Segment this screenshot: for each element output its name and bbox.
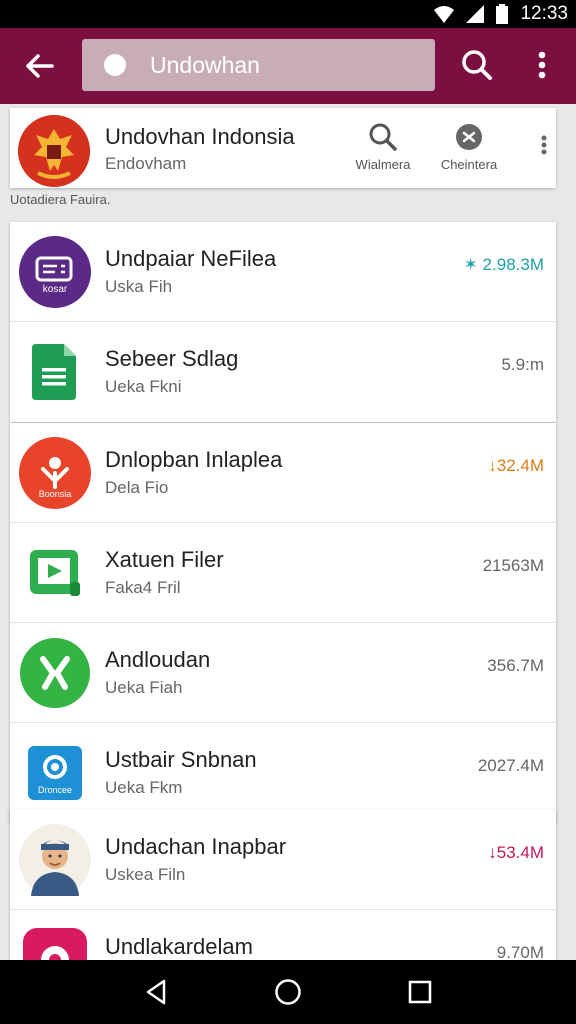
- signal-icon: [466, 5, 485, 23]
- section-label: Uotadiera Fauira.: [10, 192, 111, 207]
- status-bar: 12:33: [0, 0, 576, 28]
- list-item[interactable]: Droncee Ustbair Snbnan Ueka Fkm 2027.4M: [10, 723, 556, 823]
- nav-home-button[interactable]: [258, 962, 318, 1022]
- list-item[interactable]: Undachan Inapbar Uskea Filn ↓53.4M: [10, 810, 556, 910]
- more-vert-icon: [541, 135, 547, 155]
- arrow-back-icon: [26, 54, 54, 78]
- app-name: Ustbair Snbnan: [105, 747, 257, 772]
- app-name: Andloudan: [105, 647, 211, 672]
- search-text: Undowhan: [150, 51, 260, 78]
- app-size: ↓32.4M: [488, 456, 544, 475]
- header-overflow-button[interactable]: [534, 130, 554, 160]
- app-icon: [19, 924, 91, 960]
- search-button[interactable]: [454, 42, 500, 88]
- app-icon-label: kosar: [43, 284, 68, 295]
- app-name: Xatuen Filer: [105, 547, 224, 572]
- app-icon: [19, 336, 91, 408]
- app-list-card: kosar Undpaiar NeFilea Uska Fih ✶ 2.98.3…: [10, 222, 556, 422]
- app-name: Dnlopban Inlaplea: [105, 447, 283, 472]
- app-list-card: Boonsia Dnlopban Inlaplea Dela Fio ↓32.4…: [10, 423, 556, 823]
- app-name: Undpaiar NeFilea: [105, 246, 277, 271]
- search-icon: [462, 50, 492, 80]
- triangle-back-icon: [146, 979, 166, 1005]
- app-icon: Droncee: [19, 737, 91, 809]
- developer-subtitle: Endovham: [105, 154, 187, 173]
- developer-header-card[interactable]: Undovhan Indonsia Endovham Wialmera Chei…: [10, 108, 556, 188]
- app-size: 5.9:m: [501, 355, 544, 374]
- app-size: 2027.4M: [477, 756, 544, 775]
- header-action-label: Cheintera: [440, 157, 498, 172]
- list-item[interactable]: Andloudan Ueka Fiah 356.7M: [10, 623, 556, 723]
- emblem-logo: [18, 115, 90, 187]
- list-item[interactable]: Sebeer Sdlag Ueka Fkni 5.9:m: [10, 322, 556, 422]
- app-size: 9.70M: [496, 943, 544, 960]
- app-subtitle: Ueka Fkm: [105, 778, 183, 797]
- list-item[interactable]: Boonsia Dnlopban Inlaplea Dela Fio ↓32.4…: [10, 423, 556, 523]
- search-icon: [347, 122, 419, 152]
- app-bar: Undowhan: [0, 28, 576, 104]
- app-size: 356.7M: [487, 656, 544, 675]
- more-vert-icon: [538, 51, 546, 79]
- app-subtitle: Uska Fih: [105, 277, 173, 296]
- app-icon: [19, 537, 91, 609]
- app-icon: [19, 637, 91, 709]
- circle-home-icon: [275, 979, 301, 1005]
- app-name: Undachan Inapbar: [105, 834, 287, 859]
- app-name: Sebeer Sdlag: [105, 346, 239, 371]
- status-time: 12:33: [520, 3, 568, 24]
- developer-title: Undovhan Indonsia: [105, 124, 295, 149]
- square-recents-icon: [408, 980, 432, 1004]
- app-subtitle: Uskea Filn: [105, 865, 186, 884]
- header-action-label: Wialmera: [355, 157, 411, 172]
- wifi-icon: [434, 5, 455, 23]
- app-subtitle: Ueka Fkni: [105, 377, 182, 396]
- app-list-card: Undachan Inapbar Uskea Filn ↓53.4M Undla…: [10, 810, 556, 960]
- header-settings-action[interactable]: Cheintera: [433, 122, 505, 172]
- list-item[interactable]: Xatuen Filer Faka4 Fril 21563M: [10, 523, 556, 623]
- app-icon: kosar: [19, 236, 91, 308]
- app-subtitle: Dela Fio: [105, 478, 169, 497]
- settings-icon: [433, 122, 505, 152]
- app-size: ↓53.4M: [488, 843, 544, 862]
- overflow-menu-button[interactable]: [522, 42, 562, 88]
- app-icon: Boonsia: [19, 437, 91, 509]
- search-dot-icon: [104, 54, 126, 76]
- header-search-action[interactable]: Wialmera: [347, 122, 419, 172]
- search-input[interactable]: Undowhan: [82, 39, 435, 91]
- system-nav-bar: [0, 960, 576, 1024]
- back-button[interactable]: [0, 28, 80, 104]
- battery-icon: [496, 4, 509, 24]
- app-subtitle: Ueka Fiah: [105, 678, 183, 697]
- list-item[interactable]: Undlakardelam 9.70M: [10, 910, 556, 960]
- app-icon-label: Droncee: [38, 785, 72, 795]
- avatar: [19, 824, 91, 896]
- app-size: 21563M: [482, 556, 544, 575]
- nav-back-button[interactable]: [126, 962, 186, 1022]
- app-name: Undlakardelam: [105, 934, 253, 959]
- app-size: ✶ 2.98.3M: [463, 255, 544, 274]
- app-subtitle: Faka4 Fril: [105, 578, 181, 597]
- nav-recents-button[interactable]: [390, 962, 450, 1022]
- list-item[interactable]: kosar Undpaiar NeFilea Uska Fih ✶ 2.98.3…: [10, 222, 556, 322]
- app-icon-label: Boonsia: [39, 489, 72, 499]
